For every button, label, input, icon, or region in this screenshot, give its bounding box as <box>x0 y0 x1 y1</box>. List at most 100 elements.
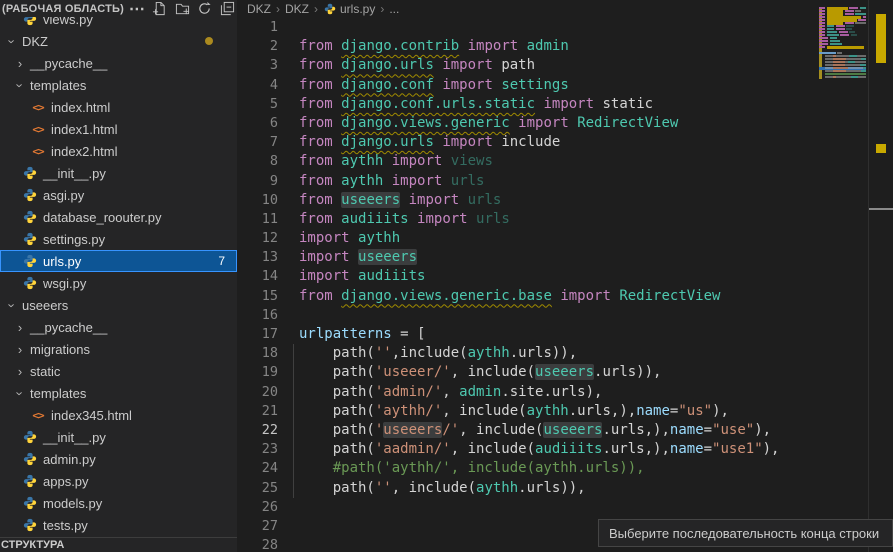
tree-item-apps-py[interactable]: apps.py <box>0 470 237 492</box>
code-line-6[interactable]: 6from django.views.generic import Redire… <box>237 114 817 133</box>
file-tree: views.py›DKZ›__pycache__›templates<>inde… <box>0 8 237 536</box>
code-line-7[interactable]: 7from django.urls import include <box>237 133 817 152</box>
breadcrumb-item[interactable]: urls.py <box>340 2 375 16</box>
tree-item-database-roouter-py[interactable]: database_roouter.py <box>0 206 237 228</box>
code-line-22[interactable]: 22 path('useeers/', include(useeers.urls… <box>237 421 817 440</box>
tree-item-index2-html[interactable]: <>index2.html <box>0 140 237 162</box>
python-file-icon <box>22 473 38 489</box>
code-line-26[interactable]: 26 <box>237 498 817 517</box>
breadcrumb: DKZ›DKZ›urls.py›... <box>247 0 399 17</box>
tree-item-index1-html[interactable]: <>index1.html <box>0 118 237 140</box>
tree-item--init-py[interactable]: __init__.py <box>0 162 237 184</box>
tree-item-label: templates <box>30 78 86 93</box>
code-line-18[interactable]: 18 path('',include(aythh.urls)), <box>237 344 817 363</box>
minimap-line <box>819 58 866 60</box>
code-line-text: path('useeer/', include(useeers.urls)), <box>299 363 661 382</box>
code-line-16[interactable]: 16 <box>237 306 817 325</box>
code-line-15[interactable]: 15from django.views.generic.base import … <box>237 287 817 306</box>
tree-item-urls-py[interactable]: urls.py7 <box>0 250 237 272</box>
tree-item-admin-py[interactable]: admin.py <box>0 448 237 470</box>
code-line-text: from django.views.generic import Redirec… <box>299 114 678 133</box>
tree-item-index-html[interactable]: <>index.html <box>0 96 237 118</box>
tree-item-label: database_roouter.py <box>43 210 162 225</box>
line-number: 1 <box>237 18 278 37</box>
tree-item-settings-py[interactable]: settings.py <box>0 228 237 250</box>
minimap-line <box>819 52 866 54</box>
chevron-down-icon[interactable]: › <box>13 77 28 93</box>
code-line-17[interactable]: 17urlpatterns = [ <box>237 325 817 344</box>
code-area[interactable]: 12from django.contrib import admin3from … <box>237 18 817 552</box>
chevron-down-icon[interactable]: › <box>13 385 28 401</box>
code-line-1[interactable]: 1 <box>237 18 817 37</box>
editor-pane: DKZ›DKZ›urls.py›... 12from django.contri… <box>237 0 893 552</box>
chevron-right-icon[interactable]: › <box>12 320 28 335</box>
new-folder-icon[interactable] <box>172 1 192 17</box>
code-line-9[interactable]: 9from aythh import urls <box>237 172 817 191</box>
refresh-explorer-icon[interactable] <box>195 1 215 17</box>
tree-item-label: urls.py <box>43 254 81 269</box>
code-line-text: import aythh <box>299 229 400 248</box>
code-line-12[interactable]: 12import aythh <box>237 229 817 248</box>
breadcrumb-separator-icon: › <box>276 2 280 16</box>
tree-item-migrations[interactable]: ›migrations <box>0 338 237 360</box>
code-line-19[interactable]: 19 path('useeer/', include(useeers.urls)… <box>237 363 817 382</box>
chevron-right-icon[interactable]: › <box>12 364 28 379</box>
tree-item-models-py[interactable]: models.py <box>0 492 237 514</box>
code-line-text: #path('aythh/', include(aythh.urls)), <box>299 459 645 478</box>
code-line-5[interactable]: 5from django.conf.urls.static import sta… <box>237 95 817 114</box>
tree-item-static[interactable]: ›static <box>0 360 237 382</box>
tree-item-label: wsgi.py <box>43 276 86 291</box>
code-line-24[interactable]: 24 #path('aythh/', include(aythh.urls)), <box>237 459 817 478</box>
chevron-right-icon[interactable]: › <box>12 56 28 71</box>
code-line-2[interactable]: 2from django.contrib import admin <box>237 37 817 56</box>
tree-item-label: static <box>30 364 60 379</box>
tree-item-asgi-py[interactable]: asgi.py <box>0 184 237 206</box>
code-line-4[interactable]: 4from django.conf import settings <box>237 76 817 95</box>
tree-item--pycache-[interactable]: ›__pycache__ <box>0 52 237 74</box>
code-line-8[interactable]: 8from aythh import views <box>237 152 817 171</box>
tree-item-useeers[interactable]: ›useeers <box>0 294 237 316</box>
tree-item--init-py[interactable]: __init__.py <box>0 426 237 448</box>
python-file-icon <box>22 451 38 467</box>
minimap-line <box>819 70 866 72</box>
minimap[interactable] <box>819 4 866 104</box>
code-line-3[interactable]: 3from django.urls import path <box>237 56 817 75</box>
line-number: 14 <box>237 267 278 286</box>
tree-item-tests-py[interactable]: tests.py <box>0 514 237 536</box>
tree-item-templates[interactable]: ›templates <box>0 382 237 404</box>
code-line-text: from django.views.generic.base import Re… <box>299 287 720 306</box>
code-line-21[interactable]: 21 path('aythh/', include(aythh.urls,),n… <box>237 402 817 421</box>
line-number: 5 <box>237 95 278 114</box>
tree-item--pycache-[interactable]: ›__pycache__ <box>0 316 237 338</box>
code-line-10[interactable]: 10from useeers import urls <box>237 191 817 210</box>
overview-ruler-mark <box>869 208 893 210</box>
code-line-20[interactable]: 20 path('admin/', admin.site.urls), <box>237 383 817 402</box>
chevron-down-icon[interactable]: › <box>5 33 20 49</box>
code-line-13[interactable]: 13import useeers <box>237 248 817 267</box>
breadcrumb-item[interactable]: ... <box>389 2 399 16</box>
breadcrumb-item[interactable]: DKZ <box>285 2 309 16</box>
tree-item-wsgi-py[interactable]: wsgi.py <box>0 272 237 294</box>
python-file-icon <box>22 429 38 445</box>
tree-item-label: models.py <box>43 496 102 511</box>
line-number: 7 <box>237 133 278 152</box>
chevron-right-icon[interactable]: › <box>12 342 28 357</box>
breadcrumb-item[interactable]: DKZ <box>247 2 271 16</box>
minimap-line <box>819 46 866 48</box>
outline-section-header[interactable]: СТРУКТУРА <box>0 537 237 552</box>
code-line-14[interactable]: 14import audiiits <box>237 267 817 286</box>
python-file-icon <box>22 275 38 291</box>
tree-item-templates[interactable]: ›templates <box>0 74 237 96</box>
code-line-11[interactable]: 11from audiiits import urls <box>237 210 817 229</box>
more-actions-icon[interactable]: ⋯ <box>127 1 147 17</box>
tree-item-dkz[interactable]: ›DKZ <box>0 30 237 52</box>
tree-item-index345-html[interactable]: <>index345.html <box>0 404 237 426</box>
collapse-folders-icon[interactable] <box>217 1 237 17</box>
code-line-23[interactable]: 23 path('aadmin/', include(audiiits.urls… <box>237 440 817 459</box>
tree-item-label: index.html <box>51 100 110 115</box>
code-line-25[interactable]: 25 path('', include(aythh.urls)), <box>237 479 817 498</box>
line-number: 26 <box>237 498 278 517</box>
new-file-icon[interactable] <box>150 1 170 17</box>
line-number: 24 <box>237 459 278 478</box>
chevron-down-icon[interactable]: › <box>5 297 20 313</box>
